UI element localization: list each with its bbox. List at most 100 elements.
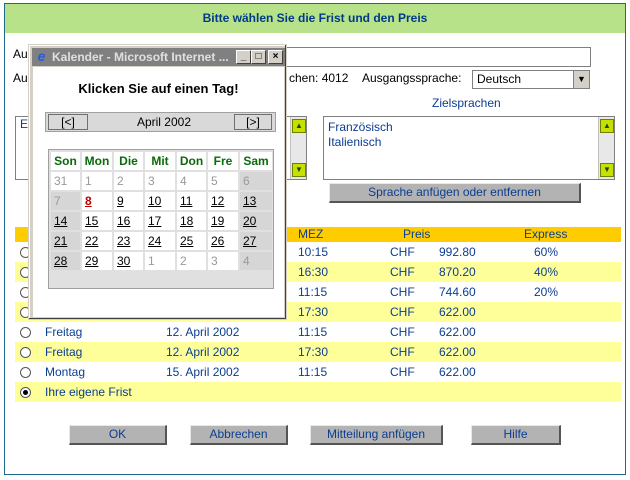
calendar-day: 6 (240, 172, 272, 190)
calendar-day[interactable]: 29 (82, 252, 112, 270)
list-item[interactable]: Französisch (324, 117, 614, 135)
cell-express: 20% (534, 285, 559, 299)
calendar-day[interactable]: 20 (240, 212, 272, 230)
cell-date: 12. April 2002 (166, 325, 240, 339)
calendar-day[interactable]: 27 (240, 232, 272, 250)
add-remove-language-button[interactable]: Sprache anfügen oder entfernen (329, 183, 581, 203)
calendar-day[interactable]: 14 (51, 212, 80, 230)
cell-day: Ihre eigene Frist (45, 385, 132, 399)
calendar-day[interactable]: 19 (208, 212, 238, 230)
target-langs-label: Zielsprachen (432, 96, 501, 110)
calendar-day[interactable]: 26 (208, 232, 238, 250)
attach-message-button[interactable]: Mitteilung anfügen (310, 425, 443, 445)
calendar-day[interactable]: 12 (208, 192, 238, 210)
weekday-header: Mon (82, 152, 112, 170)
calendar-day: 2 (177, 252, 206, 270)
deadline-radio[interactable] (20, 327, 31, 338)
calendar-day: 1 (145, 252, 175, 270)
popup-body: Klicken Sie auf einen Tag! [<] April 200… (33, 67, 284, 317)
cell-cur: CHF (390, 265, 415, 279)
table-row[interactable]: Freitag 12. April 2002 17:30 CHF 622.00 (15, 342, 621, 362)
month-navigation: [<] April 2002 [>] (45, 112, 276, 132)
cell-price: 622.00 (439, 365, 476, 379)
weekday-header: Sam (240, 152, 272, 170)
scroll-up-icon[interactable]: ▲ (600, 119, 614, 133)
scroll-down-icon[interactable]: ▼ (292, 163, 306, 177)
calendar-day: 2 (114, 172, 143, 190)
weekday-header: Don (177, 152, 206, 170)
cell-date: 12. April 2002 (166, 345, 240, 359)
scrollbar[interactable]: ▲ ▼ (290, 117, 306, 179)
calendar-day[interactable]: 23 (114, 232, 143, 250)
table-row[interactable]: Montag 15. April 2002 11:15 CHF 622.00 (15, 362, 621, 382)
calendar-day[interactable]: 9 (114, 192, 143, 210)
calendar-day[interactable]: 22 (82, 232, 112, 250)
cancel-button[interactable]: Abbrechen (190, 425, 288, 445)
cell-time: 17:30 (298, 305, 329, 319)
deadline-radio[interactable] (20, 367, 31, 378)
col-preis: Preis (403, 227, 431, 241)
chevron-down-icon[interactable]: ▼ (573, 71, 589, 88)
scroll-up-icon[interactable]: ▲ (292, 119, 306, 133)
cell-date: 15. April 2002 (166, 365, 240, 379)
source-lang-label: Ausgangssprache: (362, 71, 462, 85)
calendar-day: 31 (51, 172, 80, 190)
calendar-popup[interactable]: e Kalender - Microsoft Internet ... _ □ … (28, 44, 287, 320)
source-lang-value: Deutsch (477, 72, 522, 86)
calendar-day[interactable]: 18 (177, 212, 206, 230)
calendar-day[interactable]: 16 (114, 212, 143, 230)
calendar-day[interactable]: 15 (82, 212, 112, 230)
ok-button[interactable]: OK (69, 425, 167, 445)
col-mez: MEZ (298, 227, 324, 241)
cell-cur: CHF (390, 305, 415, 319)
cell-day: Freitag (45, 325, 83, 339)
cell-cur: CHF (390, 245, 415, 259)
calendar-day[interactable]: 25 (177, 232, 206, 250)
table-row[interactable]: Freitag 12. April 2002 11:15 CHF 622.00 (15, 322, 621, 342)
calendar-day[interactable]: 21 (51, 232, 80, 250)
maximize-icon[interactable]: □ (251, 50, 266, 64)
prev-month-button[interactable]: [<] (48, 114, 88, 130)
calendar-day[interactable]: 10 (145, 192, 175, 210)
text-field[interactable] (245, 47, 591, 67)
calendar-day[interactable]: 11 (177, 192, 206, 210)
popup-heading: Klicken Sie auf einen Tag! (78, 81, 239, 96)
cell-cur: CHF (390, 345, 415, 359)
cell-cur: CHF (390, 365, 415, 379)
deadline-radio[interactable] (20, 347, 31, 358)
source-lang-select[interactable]: Deutsch ▼ (472, 70, 590, 89)
weekday-header: Mit (145, 152, 175, 170)
list-item[interactable]: Italienisch (324, 135, 614, 150)
cell-time: 11:15 (298, 285, 328, 299)
cell-cur: CHF (390, 325, 415, 339)
deadline-radio[interactable] (20, 387, 31, 398)
scrollbar[interactable]: ▲ ▼ (598, 117, 614, 179)
cell-time: 16:30 (298, 265, 329, 279)
calendar-grid: Son Mon Die Mit Don Fre Sam 31 1 2 3 4 5 6 7 8 9 10 11 12 13… (48, 149, 274, 289)
cell-price: 870.20 (439, 265, 476, 279)
calendar-day[interactable]: 17 (145, 212, 175, 230)
calendar-day[interactable]: 28 (51, 252, 80, 270)
close-icon[interactable]: × (268, 50, 283, 64)
popup-title: Kalender - Microsoft Internet ... (52, 50, 229, 64)
help-button[interactable]: Hilfe (471, 425, 561, 445)
calendar-day[interactable]: 8 (82, 192, 112, 210)
label-row1: Au (13, 47, 28, 61)
weekday-header: Son (51, 152, 80, 170)
next-month-button[interactable]: [>] (234, 114, 272, 130)
label-row2: Au (13, 71, 28, 85)
cell-time: 17:30 (298, 345, 329, 359)
target-lang-list[interactable]: Französisch Italienisch ▲ ▼ (323, 116, 615, 180)
calendar-day[interactable]: 24 (145, 232, 175, 250)
table-row[interactable]: Ihre eigene Frist (15, 382, 621, 402)
scroll-down-icon[interactable]: ▼ (600, 163, 614, 177)
cell-time: 11:15 (298, 325, 328, 339)
cell-time: 10:15 (298, 245, 329, 259)
cell-day: Freitag (45, 345, 83, 359)
minimize-icon[interactable]: _ (236, 50, 251, 64)
calendar-day[interactable]: 30 (114, 252, 143, 270)
calendar-day: 4 (240, 252, 272, 270)
cell-express: 40% (534, 265, 559, 279)
calendar-day: 4 (177, 172, 206, 190)
calendar-day[interactable]: 13 (240, 192, 272, 210)
